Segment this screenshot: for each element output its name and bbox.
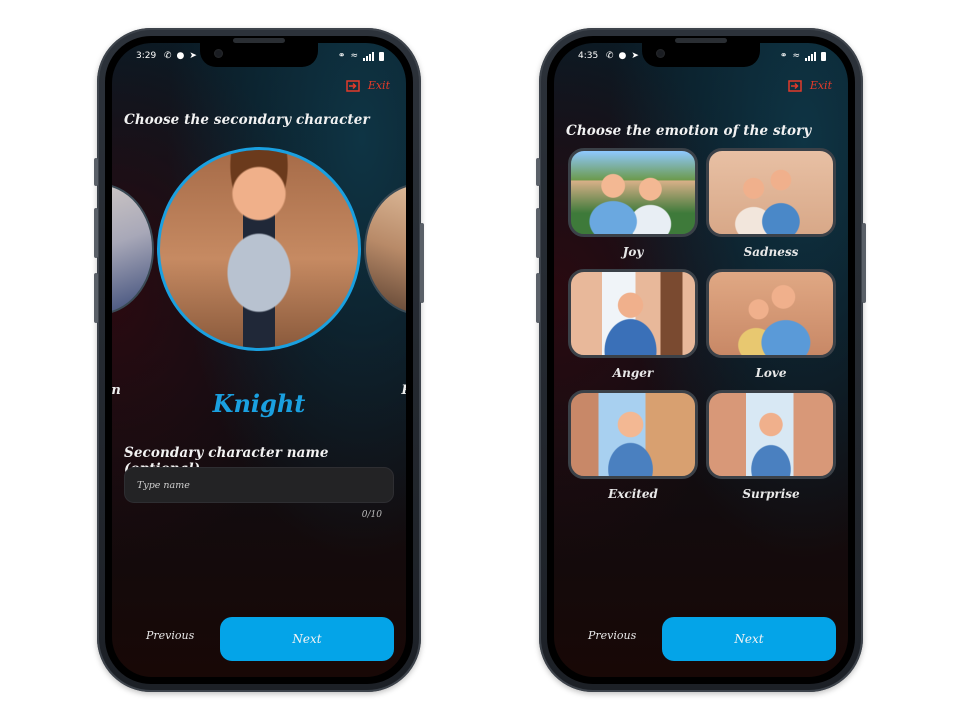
character-carousel[interactable]: ian Pr xyxy=(112,147,406,398)
character-option-next[interactable] xyxy=(364,183,406,315)
front-camera xyxy=(656,49,665,58)
character-name-input[interactable] xyxy=(124,467,394,503)
previous-button[interactable]: Previous xyxy=(146,629,194,642)
next-button[interactable]: Next xyxy=(220,617,394,661)
bottom-nav: Previous Next xyxy=(554,617,848,661)
chat-bubble-icon: ● xyxy=(176,51,185,61)
status-time: 3:29 xyxy=(136,51,157,61)
emotion-option-excited[interactable]: Excited xyxy=(568,390,698,501)
exit-icon xyxy=(346,79,360,92)
emotion-label: Surprise xyxy=(742,487,800,501)
phone-bezel: 3:29 ✆ ● ➤ ⚭ ≈ Exit Choose the secondary… xyxy=(105,36,413,684)
emotion-label: Anger xyxy=(612,366,654,380)
character-select-screen: 3:29 ✆ ● ➤ ⚭ ≈ Exit Choose the secondary… xyxy=(112,43,406,677)
front-camera xyxy=(214,49,223,58)
battery-icon xyxy=(379,51,384,61)
emotion-option-surprise[interactable]: Surprise xyxy=(706,390,836,501)
volume-down-button xyxy=(536,273,540,323)
emotion-option-anger[interactable]: Anger xyxy=(568,269,698,380)
emotion-grid: Joy Sadness Anger Love Excited Surprise xyxy=(568,148,836,501)
emotion-option-joy[interactable]: Joy xyxy=(568,148,698,259)
telegram-icon: ➤ xyxy=(189,51,197,61)
phone-bezel: 4:35 ✆ ● ➤ ⚭ ≈ Exit Choose the emotion o… xyxy=(547,36,855,684)
emotion-option-sadness[interactable]: Sadness xyxy=(706,148,836,259)
emotion-option-love[interactable]: Love xyxy=(706,269,836,380)
vpn-key-icon: ⚭ xyxy=(779,51,788,61)
bottom-nav: Previous Next xyxy=(112,617,406,661)
mute-switch xyxy=(536,158,540,186)
telegram-icon: ➤ xyxy=(631,51,639,61)
status-time: 4:35 xyxy=(578,51,599,61)
phone-frame-right: 4:35 ✆ ● ➤ ⚭ ≈ Exit Choose the emotion o… xyxy=(536,28,866,692)
notch xyxy=(642,43,760,67)
emotion-label: Sadness xyxy=(743,245,799,259)
emotion-thumbnail xyxy=(568,390,698,479)
page-title: Choose the emotion of the story xyxy=(566,123,812,139)
previous-button[interactable]: Previous xyxy=(588,629,636,642)
phone-frame-left: 3:29 ✆ ● ➤ ⚭ ≈ Exit Choose the secondary… xyxy=(94,28,424,692)
power-button xyxy=(420,223,424,303)
exit-label: Exit xyxy=(367,79,390,92)
mute-switch xyxy=(94,158,98,186)
exit-button[interactable]: Exit xyxy=(788,79,832,92)
signal-icon xyxy=(805,51,816,61)
chat-bubble-icon: ● xyxy=(618,51,627,61)
volume-up-button xyxy=(536,208,540,258)
selected-character-name: Knight xyxy=(212,389,306,418)
emotion-thumbnail xyxy=(568,148,698,237)
character-option-previous[interactable] xyxy=(112,183,154,315)
wifi-icon: ≈ xyxy=(792,51,800,61)
emotion-thumbnail xyxy=(706,148,836,237)
emotion-thumbnail xyxy=(568,269,698,358)
character-option-selected[interactable] xyxy=(157,147,361,351)
emotion-thumbnail xyxy=(706,390,836,479)
exit-label: Exit xyxy=(809,79,832,92)
volume-down-button xyxy=(94,273,98,323)
whatsapp-icon: ✆ xyxy=(606,51,614,61)
emotion-thumbnail xyxy=(706,269,836,358)
vpn-key-icon: ⚭ xyxy=(337,51,346,61)
signal-icon xyxy=(363,51,374,61)
emotion-select-screen: 4:35 ✆ ● ➤ ⚭ ≈ Exit Choose the emotion o… xyxy=(554,43,848,677)
exit-icon xyxy=(788,79,802,92)
wifi-icon: ≈ xyxy=(350,51,358,61)
power-button xyxy=(862,223,866,303)
volume-up-button xyxy=(94,208,98,258)
whatsapp-icon: ✆ xyxy=(164,51,172,61)
emotion-label: Excited xyxy=(608,487,658,501)
next-button[interactable]: Next xyxy=(662,617,836,661)
exit-button[interactable]: Exit xyxy=(346,79,390,92)
page-title: Choose the secondary character xyxy=(124,112,370,128)
notch xyxy=(200,43,318,67)
emotion-label: Joy xyxy=(622,245,644,259)
character-count: 0/10 xyxy=(361,510,382,520)
battery-icon xyxy=(821,51,826,61)
emotion-label: Love xyxy=(755,366,787,380)
